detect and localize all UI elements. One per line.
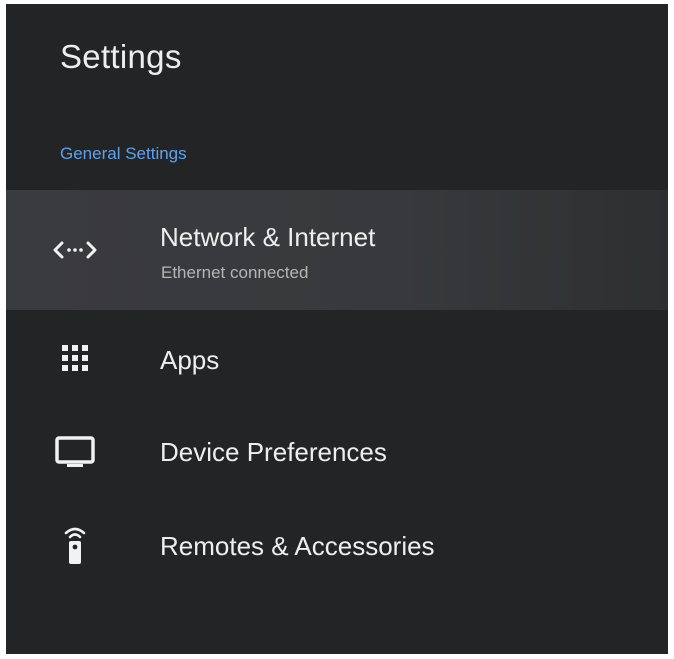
menu-item-label: Network & Internet: [160, 222, 376, 252]
tv-icon: [50, 432, 100, 472]
menu-item-label: Device Preferences: [160, 437, 387, 467]
menu-item-remotes-accessories[interactable]: Remotes & Accessories: [6, 509, 668, 581]
menu-item-device-preferences[interactable]: Device Preferences: [6, 416, 668, 486]
page-title: Settings: [60, 38, 182, 75]
menu-item-network-internet[interactable]: Network & Internet Ethernet connected: [6, 190, 668, 310]
apps-grid-icon: [50, 338, 100, 378]
menu-item-apps[interactable]: Apps: [6, 324, 668, 394]
settings-screen: Settings General Settings Network & Inte…: [6, 4, 668, 654]
menu-item-subtitle: Ethernet connected: [161, 263, 309, 282]
menu-item-label: Remotes & Accessories: [160, 531, 435, 561]
menu-item-label: Apps: [160, 345, 220, 375]
section-header-general-settings: General Settings: [60, 144, 187, 163]
network-icon: [50, 230, 100, 270]
remote-icon: [50, 525, 100, 565]
